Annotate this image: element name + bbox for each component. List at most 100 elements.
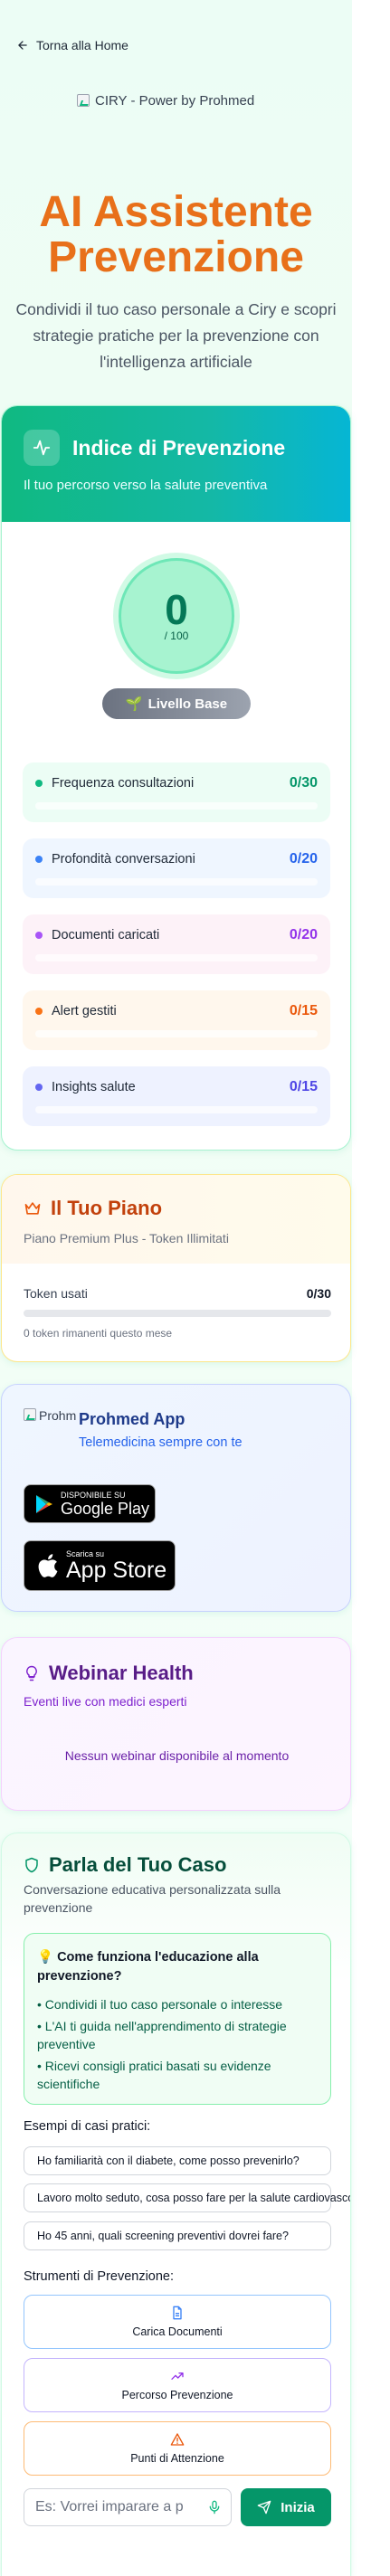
lightbulb-icon [26, 1665, 37, 1681]
list-item: • Condividi il tuo caso personale o inte… [37, 1997, 283, 2012]
plan-header: Il Tuo Piano Piano Premium Plus - Token … [2, 1175, 350, 1264]
broken-image-icon [24, 1408, 36, 1421]
token-label: Token usati [24, 1286, 88, 1301]
how-it-works-list: • Condividi il tuo caso personale o inte… [37, 1995, 318, 2093]
case-input-placeholder: Es: Vorrei imparare a p [35, 2499, 184, 2514]
start-button[interactable]: Inizia [241, 2488, 331, 2526]
metric-label: Insights salute [52, 1080, 136, 1094]
send-icon [257, 2500, 271, 2514]
broken-image-icon [77, 94, 90, 107]
metric-dot [35, 1008, 43, 1015]
level-label: Livello Base [147, 696, 228, 712]
prevention-index-title: Indice di Prevenzione [72, 435, 286, 459]
metric-value: 0/15 [289, 1079, 318, 1094]
prohmed-logo: Prohm [24, 1408, 76, 1439]
score-circle: 0 / 100 [119, 558, 234, 674]
metric-progress-bar [35, 954, 318, 961]
alert-triangle-icon [170, 2433, 185, 2446]
prevention-path-button[interactable]: Percorso Prevenzione [24, 2358, 331, 2412]
ciry-logo-alt: CIRY - Power by Prohmed [95, 92, 255, 109]
tools-label: Strumenti di Prevenzione: [24, 2269, 175, 2284]
how-it-works-box: 💡 Come funziona l'educazione alla preven… [24, 1933, 331, 2105]
google-play-big: Google Play [61, 1499, 150, 1518]
score-max: / 100 [164, 630, 189, 642]
crown-icon [24, 1202, 41, 1215]
metric-label: Documenti caricati [52, 928, 160, 942]
webinar-card: Webinar Health Eventi live con medici es… [1, 1637, 351, 1811]
microphone-icon[interactable] [207, 2500, 222, 2514]
level-badge: 🌱 Livello Base [102, 688, 251, 719]
token-note: 0 token rimanenti questo mese [24, 1327, 173, 1340]
metric-value: 0/20 [289, 851, 318, 867]
trending-up-icon [171, 2372, 184, 2380]
talk-case-card: Parla del Tuo Caso Conversazione educati… [1, 1833, 351, 2576]
page: Torna alla Home CIRY - Power by Prohmed … [0, 0, 390, 2576]
document-icon [173, 2306, 182, 2320]
back-home-link[interactable]: Torna alla Home [16, 38, 128, 52]
plan-subtitle: Piano Premium Plus - Token Illimitati [24, 1231, 229, 1245]
app-store-button[interactable]: Scarica su App Store [24, 1540, 176, 1591]
webinar-empty-state: Nessun webinar disponibile al momento [64, 1748, 290, 1763]
google-play-small: DISPONIBILE SU [61, 1490, 126, 1500]
how-it-works-title: 💡 Come funziona l'educazione alla preven… [37, 1950, 259, 1984]
metric-frequenza: Frequenza consultazioni 0/30 [23, 762, 330, 822]
back-home-label: Torna alla Home [36, 38, 128, 52]
webinar-title: Webinar Health [49, 1662, 194, 1684]
metric-progress-bar [35, 878, 318, 886]
metric-dot [35, 856, 43, 863]
talk-case-subtitle: Conversazione educativa personalizzata s… [24, 1882, 281, 1915]
example-button[interactable]: Ho familiarità con il diabete, come poss… [24, 2146, 331, 2175]
metric-dot [35, 932, 43, 939]
metric-progress-bar [35, 1106, 318, 1113]
case-input[interactable]: Es: Vorrei imparare a p [24, 2488, 232, 2526]
shield-icon [25, 1857, 38, 1873]
metric-value: 0/30 [289, 775, 318, 791]
app-title: Prohmed App [79, 1410, 185, 1428]
metric-label: Profondità conversazioni [52, 852, 195, 867]
metric-progress-bar [35, 1030, 318, 1037]
token-usage-row: Token usati 0/30 [24, 1286, 331, 1301]
seedling-icon: 🌱 [125, 696, 143, 712]
score-value: 0 [165, 586, 188, 633]
start-button-label: Inizia [281, 2499, 315, 2515]
examples-label: Esempi di casi pratici: [24, 2119, 151, 2134]
talk-case-title: Parla del Tuo Caso [49, 1853, 227, 1876]
attention-points-button[interactable]: Punti di Attenzione [24, 2421, 331, 2476]
prohmed-logo-alt: Prohm [39, 1408, 77, 1423]
metric-label: Frequenza consultazioni [52, 776, 195, 791]
example-button[interactable]: Lavoro molto seduto, cosa posso fare per… [24, 2183, 350, 2212]
right-gutter [352, 0, 390, 2576]
list-item: • L'AI ti guida nell'apprendimento di st… [37, 2019, 287, 2051]
metric-progress-bar [35, 802, 318, 810]
tool-label: Punti di Attenzione [130, 2452, 224, 2465]
case-input-row: Es: Vorrei imparare a p Inizia [24, 2488, 331, 2526]
app-subtitle: Telemedicina sempre con te [79, 1435, 243, 1450]
app-store-big: App Store [66, 1557, 167, 1583]
prevention-index-header: Indice di Prevenzione Il tuo percorso ve… [2, 406, 350, 522]
metric-dot [35, 1084, 43, 1091]
token-value: 0/30 [306, 1286, 331, 1301]
webinar-subtitle: Eventi live con medici esperti [24, 1694, 187, 1709]
activity-icon [24, 430, 60, 466]
metric-value: 0/20 [289, 927, 318, 942]
example-button[interactable]: Ho 45 anni, quali screening preventivi d… [24, 2221, 331, 2250]
metric-value: 0/15 [289, 1003, 318, 1018]
metric-documenti: Documenti caricati 0/20 [23, 914, 330, 974]
token-progress-bar [24, 1310, 331, 1317]
prevention-index-subtitle: Il tuo percorso verso la salute preventi… [24, 478, 268, 493]
metric-alert: Alert gestiti 0/15 [23, 990, 330, 1050]
google-play-button[interactable]: DISPONIBILE SU Google Play [24, 1484, 156, 1523]
arrow-left-icon [18, 41, 27, 50]
prohmed-app-card: Prohm Prohmed App Telemedicina sempre co… [1, 1384, 351, 1612]
metric-insights: Insights salute 0/15 [23, 1066, 330, 1126]
metric-dot [35, 780, 43, 787]
page-subtitle: Condividi il tuo caso personale a Ciry e… [15, 300, 337, 371]
prevention-index-card: Indice di Prevenzione Il tuo percorso ve… [1, 405, 351, 1151]
app-store-small: Scarica su [66, 1548, 105, 1558]
tool-label: Carica Documenti [132, 2325, 223, 2338]
upload-documents-button[interactable]: Carica Documenti [24, 2295, 331, 2349]
apple-icon [38, 1554, 58, 1577]
plan-card: Il Tuo Piano Piano Premium Plus - Token … [1, 1174, 351, 1362]
page-title: AI Assistente Prevenzione [39, 188, 313, 281]
plan-title: Il Tuo Piano [51, 1197, 163, 1219]
